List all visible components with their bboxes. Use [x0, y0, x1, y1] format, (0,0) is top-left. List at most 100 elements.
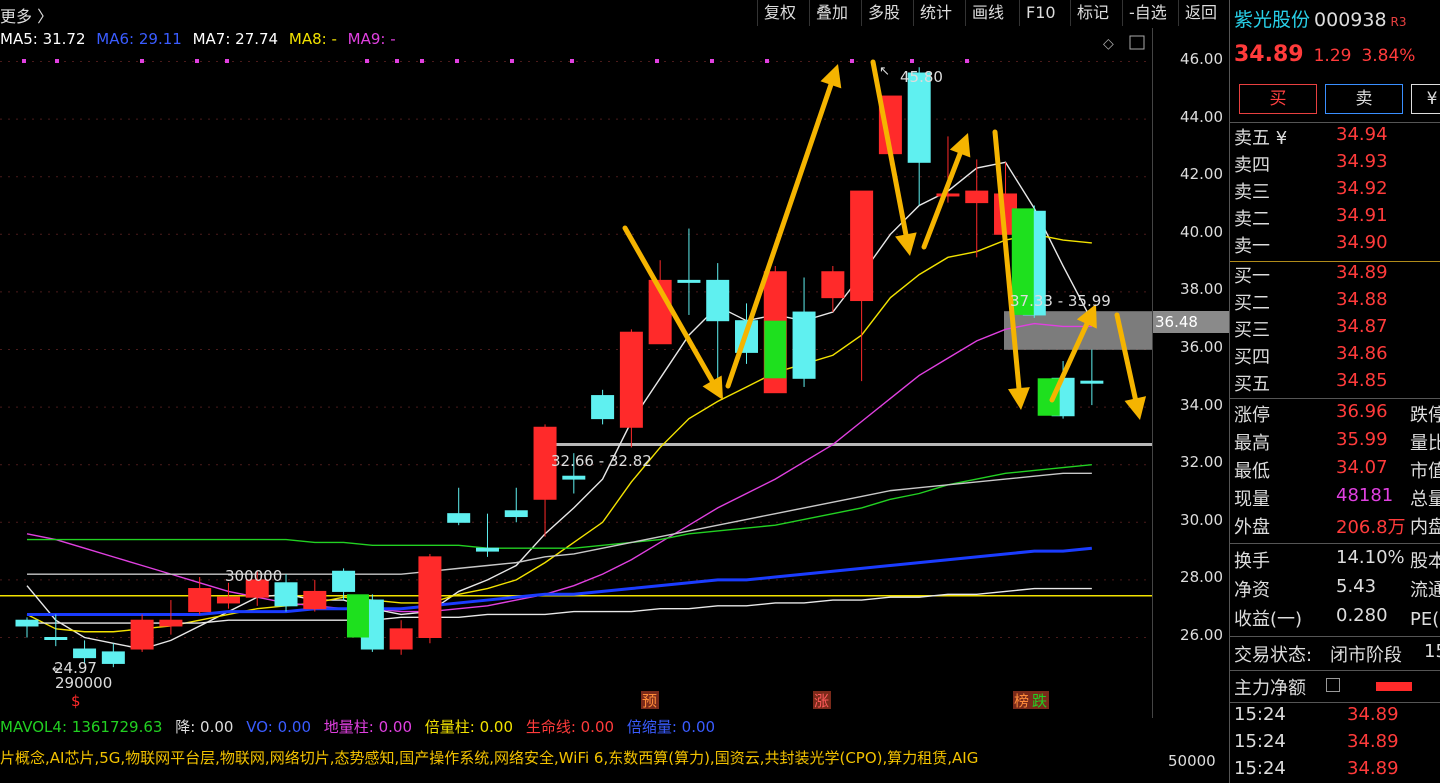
- candle-body: [389, 628, 413, 650]
- signal-dot: [570, 59, 574, 63]
- bid-level-1-row: 买一 34.89: [1234, 262, 1440, 289]
- ask-level-4-row: 卖四 34.93: [1234, 151, 1440, 178]
- volume-legend: MAVOL4: 1361729.63 降: 0.00 VO: 0.00 地量柱:…: [0, 716, 715, 737]
- signal-dot: [455, 59, 459, 63]
- stat-2-label: 最低: [1234, 461, 1270, 482]
- jiang-legend: 降: 0.00: [175, 718, 234, 736]
- ma-white-line: [26, 161, 1093, 650]
- trend-arrow-head: [1124, 396, 1147, 420]
- candle-body: [821, 271, 845, 299]
- r-badge: R3: [1390, 15, 1407, 29]
- candlestick-chart[interactable]: 45.8024.9732.66 - 32.8237.33 - 35.993000…: [0, 28, 1152, 748]
- stat-2-ext-label: 市值: [1410, 461, 1440, 482]
- mark-button[interactable]: 标记: [1070, 0, 1115, 26]
- bid-level-3-row: 买三 34.87: [1234, 316, 1440, 343]
- bid-level-5-value: 34.85: [1336, 370, 1388, 391]
- price-tick-label: 40.00: [1180, 222, 1223, 241]
- ask-level-5-value: 34.94: [1336, 124, 1388, 145]
- last-price: 34.89: [1234, 42, 1304, 67]
- price-tick-label: 36.00: [1180, 338, 1223, 356]
- candle-body-green: [1037, 378, 1060, 416]
- beisuoliang-legend: 倍缩量: 0.00: [626, 718, 716, 736]
- back-button[interactable]: 返回: [1178, 0, 1223, 26]
- remove-watchlist-button[interactable]: -自选: [1122, 0, 1173, 26]
- candle-body: [1080, 380, 1104, 384]
- candle-body: [303, 590, 327, 610]
- bid-level-5-label: 买五: [1234, 374, 1270, 395]
- stock-header: 紫光股份 000938 R3: [1234, 5, 1407, 32]
- price-tick-label: 28.00: [1180, 568, 1223, 587]
- signal-dot: [765, 59, 769, 63]
- range-label: 37.33 - 35.99: [1010, 292, 1111, 310]
- ask-level-5-label: 卖五 ¥: [1234, 128, 1288, 149]
- current-price-tag: 36.48: [1153, 311, 1229, 333]
- bid-level-1-label: 买一: [1234, 266, 1270, 287]
- candle-body: [591, 395, 615, 420]
- ask-level-3-row: 卖三 34.92: [1234, 178, 1440, 205]
- price-tick-label: 46.00: [1180, 50, 1223, 68]
- draw-line-button[interactable]: 画线: [965, 0, 1010, 26]
- candle-body: [850, 190, 874, 302]
- signal-dot: [510, 59, 514, 63]
- price-axis: 46.00 44.00 42.00 40.00 38.00 36.00 34.00 32.00…: [1152, 28, 1229, 718]
- trade-status-row: 交易状态: 闭市阶段 15: [1234, 641, 1440, 668]
- price-tick-label: 34.00: [1180, 395, 1223, 414]
- overlay-button[interactable]: 叠加: [809, 0, 854, 26]
- divider: [1230, 702, 1440, 703]
- divider: [1230, 670, 1440, 671]
- trend-arrow-head: [895, 232, 917, 256]
- stat2-1-ext-label: 流通: [1410, 580, 1440, 601]
- ma-green-line: [27, 464, 1092, 549]
- sell-button[interactable]: 卖: [1325, 84, 1403, 114]
- panel-toggle-icon[interactable]: [1129, 35, 1145, 50]
- signal-dot: [965, 59, 969, 63]
- trend-arrow-head: [1007, 387, 1030, 410]
- buy-button[interactable]: 买: [1239, 84, 1317, 114]
- stat2-0-value: 14.10%: [1336, 547, 1405, 568]
- f10-button[interactable]: F10: [1019, 0, 1062, 26]
- shengmingxian-legend: 生命线: 0.00: [525, 718, 615, 736]
- beiliangzhu-legend: 倍量柱: 0.00: [424, 718, 514, 736]
- candle-body: [562, 475, 586, 480]
- bid-level-4-label: 买四: [1234, 347, 1270, 368]
- fuquan-button[interactable]: 复权: [757, 0, 802, 26]
- candle-body: [936, 193, 960, 197]
- tick-row: 15:24 34.89: [1234, 758, 1440, 783]
- multi-stock-button[interactable]: 多股: [861, 0, 906, 26]
- candle-body: [274, 582, 298, 607]
- signal-dot: [710, 59, 714, 63]
- table-icon[interactable]: [1326, 678, 1340, 692]
- bid-level-2-row: 买二 34.88: [1234, 289, 1440, 316]
- signal-dot: [140, 59, 144, 63]
- diamond-icon[interactable]: ◇: [1103, 36, 1114, 52]
- statistics-button[interactable]: 统计: [913, 0, 958, 26]
- candle-body: [965, 190, 989, 204]
- tick-time: 15:24: [1234, 758, 1286, 779]
- candle-body: [73, 648, 97, 659]
- stat-0-label: 涨停: [1234, 405, 1270, 426]
- signal-marker: $: [71, 692, 81, 710]
- stat-4-ext-label: 内盘: [1410, 517, 1440, 538]
- signal-marker: 榜: [1014, 692, 1029, 710]
- ask-level-2-row: 卖二 34.91: [1234, 205, 1440, 232]
- more-trade-button[interactable]: ¥: [1411, 84, 1440, 114]
- tick-price: 34.89: [1347, 704, 1399, 725]
- price-tick-label: 42.00: [1180, 165, 1223, 184]
- signal-dot: [195, 59, 199, 63]
- trade-status-value: 闭市阶段: [1330, 645, 1402, 666]
- divider: [1230, 398, 1440, 399]
- stat-1-ext-label: 量比: [1410, 433, 1440, 454]
- stat-3-value: 48181: [1336, 485, 1394, 506]
- signal-dot: [22, 59, 26, 63]
- more-link[interactable]: 更多 〉: [0, 3, 53, 27]
- ma-blue-line: [27, 546, 1093, 616]
- bid-level-3-value: 34.87: [1336, 316, 1388, 337]
- tick-row: 15:24 34.89: [1234, 704, 1440, 731]
- stat-1-value: 35.99: [1336, 429, 1388, 450]
- stat2-2-row: 收益(一) 0.280 PE(动): [1234, 605, 1440, 632]
- ma-yellow-line: [26, 233, 1092, 633]
- signal-marker: 预: [642, 692, 657, 710]
- candle-body: [130, 619, 154, 650]
- stat-1-row: 最高 35.99 量比: [1234, 429, 1440, 456]
- stat-4-label: 外盘: [1234, 517, 1270, 538]
